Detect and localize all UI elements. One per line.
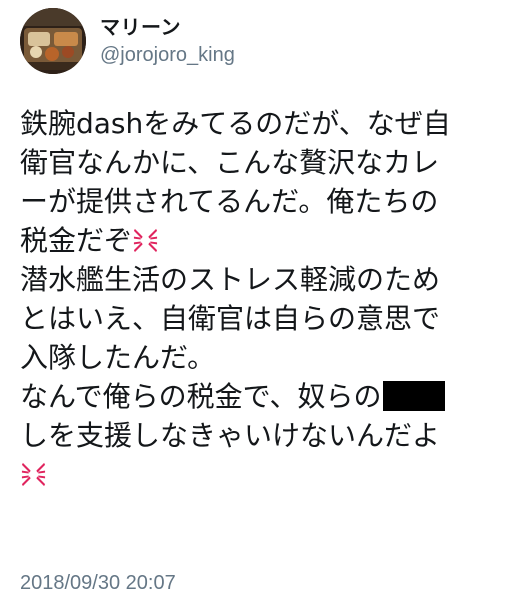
tweet-line: とはいえ、自衛官は自らの意思で <box>20 299 510 338</box>
tweet-line: 潜水艦生活のストレス軽減のため <box>20 260 510 299</box>
tweet-line: しを支援しなきゃいけないんだよ <box>20 416 510 455</box>
tweet-line-text: 衛官なんかに、こんな贅沢なカレ <box>20 146 440 179</box>
avatar[interactable] <box>20 8 86 74</box>
tweet-line-text: 潜水艦生活のストレス軽減のため <box>20 263 441 296</box>
tweet-line-text: 鉄腕dashをみてるのだが、なぜ自 <box>20 107 451 140</box>
display-name[interactable]: マリーン <box>100 14 235 40</box>
tweet-line: ーが提供されてるんだ。俺たちの <box>20 182 510 221</box>
tweet-text: 鉄腕dashをみてるのだが、なぜ自 衛官なんかに、こんな贅沢なカレ ーが提供され… <box>20 104 510 494</box>
avatar-photo-icon <box>20 8 86 74</box>
anger-symbol-icon <box>21 462 46 487</box>
tweet-line-text: しを支援しなきゃいけないんだよ <box>20 419 441 452</box>
user-handle[interactable]: @jorojoro_king <box>100 42 235 68</box>
tweet-line <box>20 455 510 494</box>
tweet-header: マリーン @jorojoro_king <box>20 8 235 74</box>
tweet-line-text: とはいえ、自衛官は自らの意思で <box>20 302 441 335</box>
tweet-line: 鉄腕dashをみてるのだが、なぜ自 <box>20 104 510 143</box>
tweet-line: なんで俺らの税金で、奴らの <box>20 377 510 416</box>
user-info: マリーン @jorojoro_king <box>100 8 235 74</box>
redaction-box <box>383 381 446 411</box>
tweet-line-text: ーが提供されてるんだ。俺たちの <box>20 185 439 218</box>
tweet-line: 衛官なんかに、こんな贅沢なカレ <box>20 143 510 182</box>
anger-symbol-icon <box>133 228 158 253</box>
tweet-line: 入隊したんだ。 <box>20 338 510 377</box>
tweet-card: マリーン @jorojoro_king 鉄腕dashをみてるのだが、なぜ自 衛官… <box>0 0 517 605</box>
tweet-timestamp[interactable]: 2018/09/30 20:07 <box>20 570 176 596</box>
tweet-line: 税金だぞ <box>20 221 510 260</box>
tweet-line-text: なんで俺らの税金で、奴らの <box>20 380 382 413</box>
tweet-line-text: 入隊したんだ。 <box>20 341 216 374</box>
tweet-line-text: 税金だぞ <box>20 224 133 257</box>
